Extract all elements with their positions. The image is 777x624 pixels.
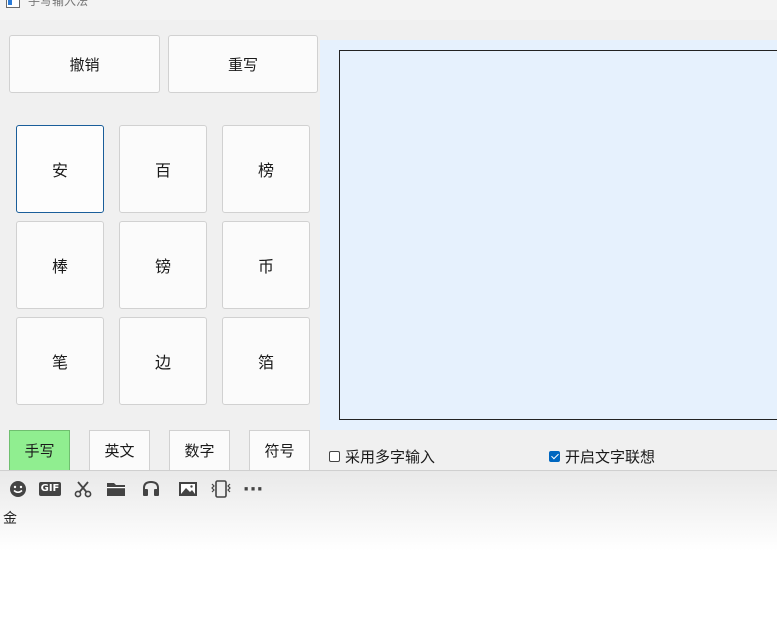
chat-toolbar: GIF ··· (0, 474, 280, 504)
mode-symbol-button[interactable]: 符号 (249, 430, 310, 470)
multi-char-label: 采用多字输入 (345, 448, 436, 466)
association-checkbox[interactable] (549, 451, 560, 462)
message-input-text[interactable]: 金 (3, 508, 17, 528)
candidate-button[interactable]: 棒 (16, 221, 104, 309)
candidate-button[interactable]: 笔 (16, 317, 104, 405)
handwriting-canvas[interactable] (339, 50, 777, 420)
undo-button[interactable]: 撤销 (9, 35, 160, 93)
image-icon[interactable] (177, 480, 199, 498)
candidate-button[interactable]: 箔 (222, 317, 310, 405)
shake-icon[interactable] (209, 480, 233, 498)
gif-icon[interactable]: GIF (38, 480, 62, 498)
window-title: 手写输入法 (28, 0, 89, 8)
candidate-button[interactable]: 百 (119, 125, 207, 213)
candidate-button[interactable]: 榜 (222, 125, 310, 213)
gif-label: GIF (38, 482, 62, 496)
mode-english-button[interactable]: 英文 (89, 430, 150, 470)
title-bar: 手写输入法 (0, 0, 777, 20)
mode-number-button[interactable]: 数字 (169, 430, 230, 470)
multi-char-option[interactable]: 采用多字输入 (329, 446, 435, 467)
mode-handwrite-button[interactable]: 手写 (9, 430, 70, 470)
candidate-button[interactable]: 安 (16, 125, 104, 213)
handwriting-ime-window: 手写输入法 撤销 重写 安 百 榜 棒 镑 币 笔 边 箔 手写 英文 数字 符… (0, 0, 777, 470)
candidate-button[interactable]: 币 (222, 221, 310, 309)
window-border (0, 470, 777, 471)
audio-icon[interactable] (140, 480, 162, 498)
emoji-icon[interactable] (8, 480, 28, 498)
more-icon[interactable]: ··· (241, 479, 265, 500)
multi-char-checkbox[interactable] (329, 451, 340, 462)
folder-icon[interactable] (105, 480, 127, 498)
app-icon (6, 0, 20, 8)
rewrite-button[interactable]: 重写 (168, 35, 318, 93)
association-label: 开启文字联想 (565, 448, 656, 466)
association-option[interactable]: 开启文字联想 (549, 446, 655, 467)
candidate-button[interactable]: 边 (119, 317, 207, 405)
candidate-button[interactable]: 镑 (119, 221, 207, 309)
scissors-icon[interactable] (73, 480, 93, 498)
